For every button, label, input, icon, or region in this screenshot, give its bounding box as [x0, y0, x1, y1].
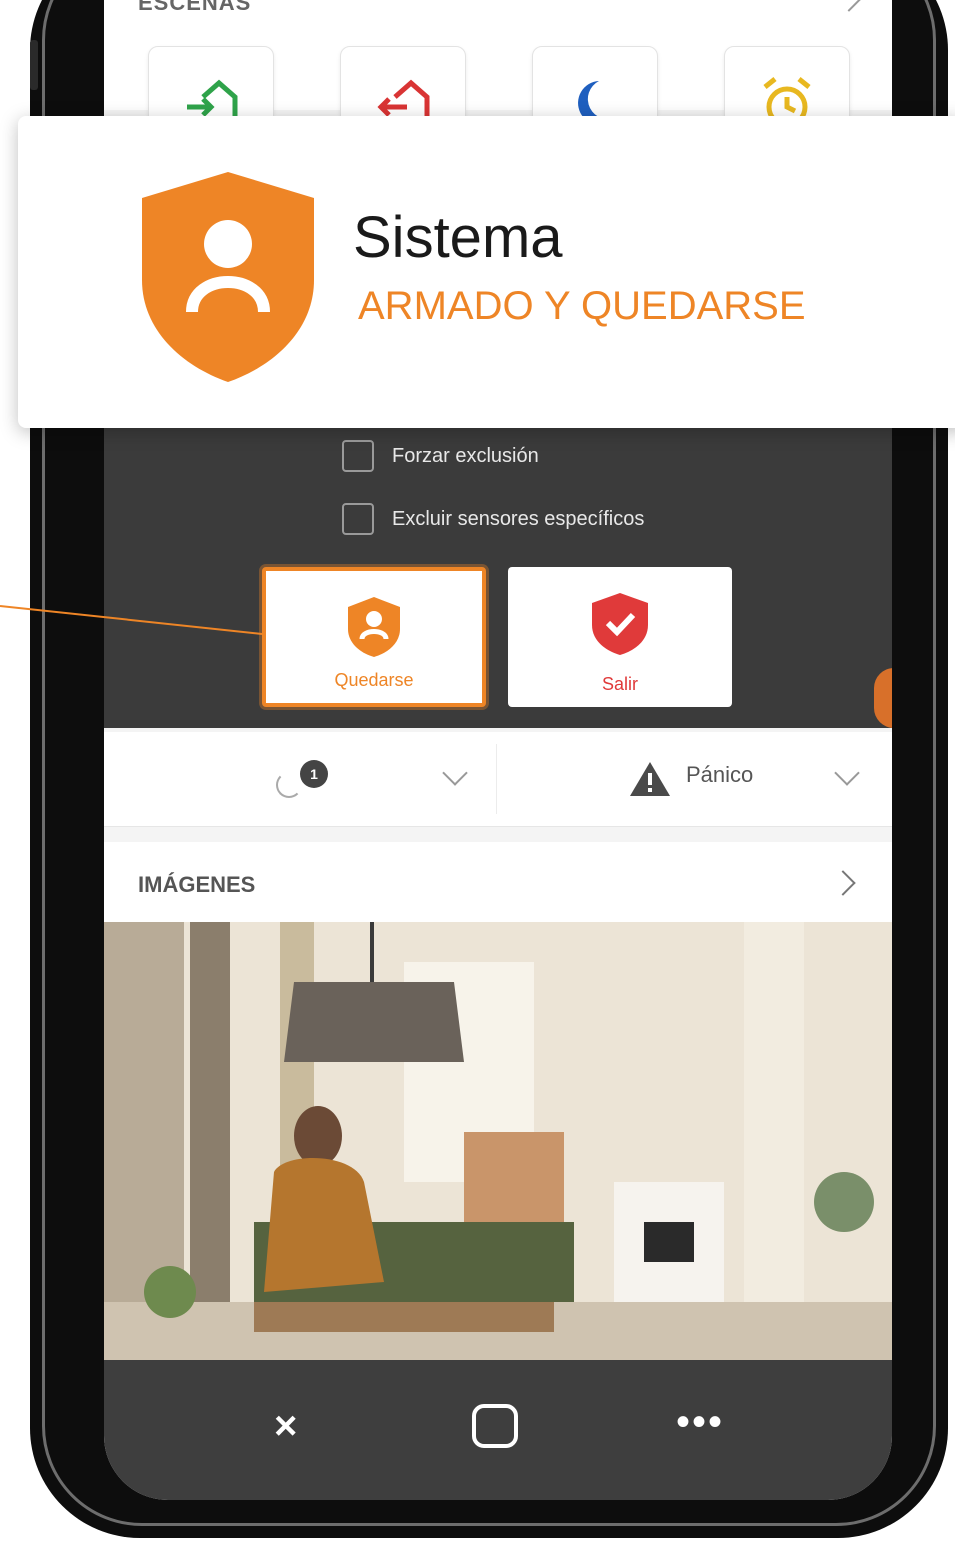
- system-status-popup: Sistema ARMADO Y QUEDARSE: [18, 116, 955, 428]
- popup-title: Sistema: [353, 205, 563, 270]
- popup-status: ARMADO Y QUEDARSE: [358, 284, 806, 328]
- shield-person-icon: [142, 172, 314, 382]
